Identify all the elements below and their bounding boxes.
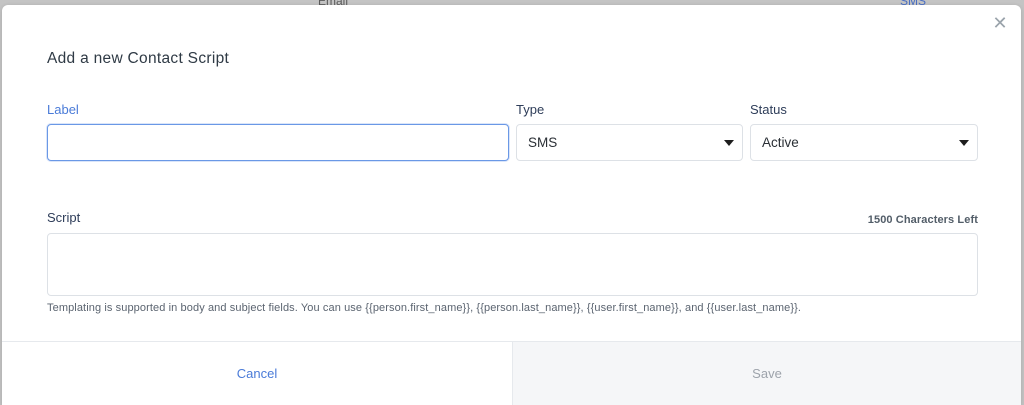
save-button[interactable]: Save [512,342,1021,405]
type-select[interactable]: SMS [516,124,743,161]
type-field-label: Type [516,102,545,117]
status-field-label: Status [750,102,787,117]
chevron-down-icon [724,140,734,146]
dialog-title: Add a new Contact Script [47,50,230,67]
add-contact-script-dialog: ✕ Add a new Contact Script Label Type SM… [2,5,1021,405]
type-select-value: SMS [528,135,558,150]
label-input[interactable] [47,124,509,161]
templating-help-text: Templating is supported in body and subj… [47,302,802,314]
dialog-footer: Cancel Save [2,341,1021,405]
status-select[interactable]: Active [750,124,978,161]
script-textarea[interactable] [47,233,978,296]
characters-left-counter: 1500 Characters Left [867,214,978,226]
cancel-button[interactable]: Cancel [2,342,512,405]
label-field-label: Label [47,102,79,117]
status-select-value: Active [762,135,799,150]
script-field-label: Script [47,210,81,225]
close-icon[interactable]: ✕ [991,14,1009,32]
chevron-down-icon [959,140,969,146]
